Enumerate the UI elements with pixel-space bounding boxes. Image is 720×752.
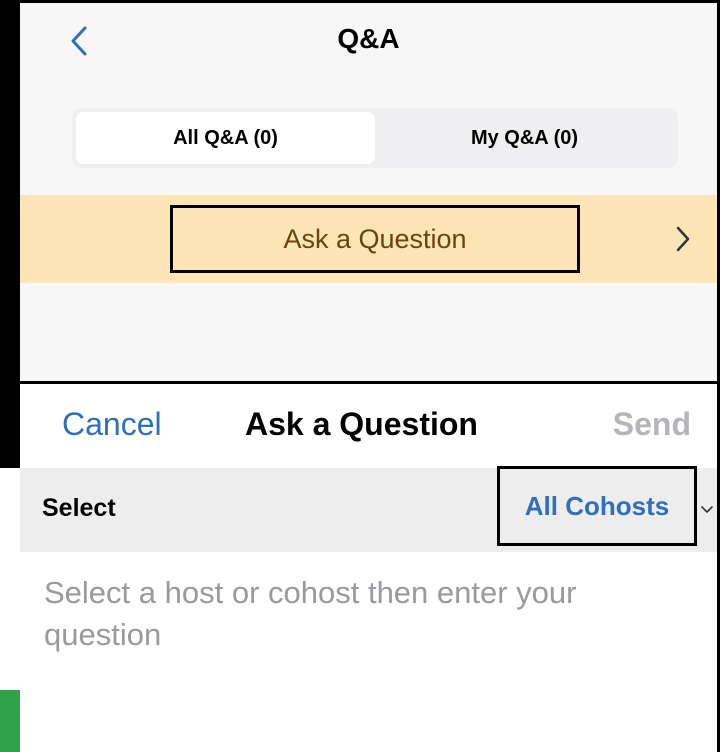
- recipient-dropdown[interactable]: All Cohosts: [497, 466, 697, 546]
- tab-my-qa[interactable]: My Q&A (0): [375, 112, 674, 164]
- question-input[interactable]: [20, 552, 717, 752]
- ask-question-button[interactable]: Ask a Question: [170, 205, 580, 273]
- ask-question-sheet: Cancel Ask a Question Send Select All Co…: [20, 384, 717, 752]
- chevron-down-icon: [700, 500, 714, 520]
- qa-screen: Q&A All Q&A (0) My Q&A (0) Ask a Questio…: [20, 3, 717, 381]
- chevron-right-icon: [671, 219, 695, 259]
- send-button[interactable]: Send: [613, 406, 691, 443]
- sheet-title: Ask a Question: [245, 406, 478, 442]
- page-title: Q&A: [337, 23, 400, 54]
- qa-segmented-control: All Q&A (0) My Q&A (0): [72, 108, 678, 168]
- select-label: Select: [42, 494, 116, 522]
- cancel-button[interactable]: Cancel: [62, 406, 162, 443]
- left-green-strip: [0, 690, 20, 752]
- recipient-select-row: Select All Cohosts: [20, 466, 717, 552]
- ask-question-row[interactable]: Ask a Question: [20, 195, 717, 283]
- tab-all-qa[interactable]: All Q&A (0): [76, 112, 375, 164]
- left-edge-strip: [0, 0, 20, 468]
- sheet-header: Cancel Ask a Question Send: [20, 384, 717, 468]
